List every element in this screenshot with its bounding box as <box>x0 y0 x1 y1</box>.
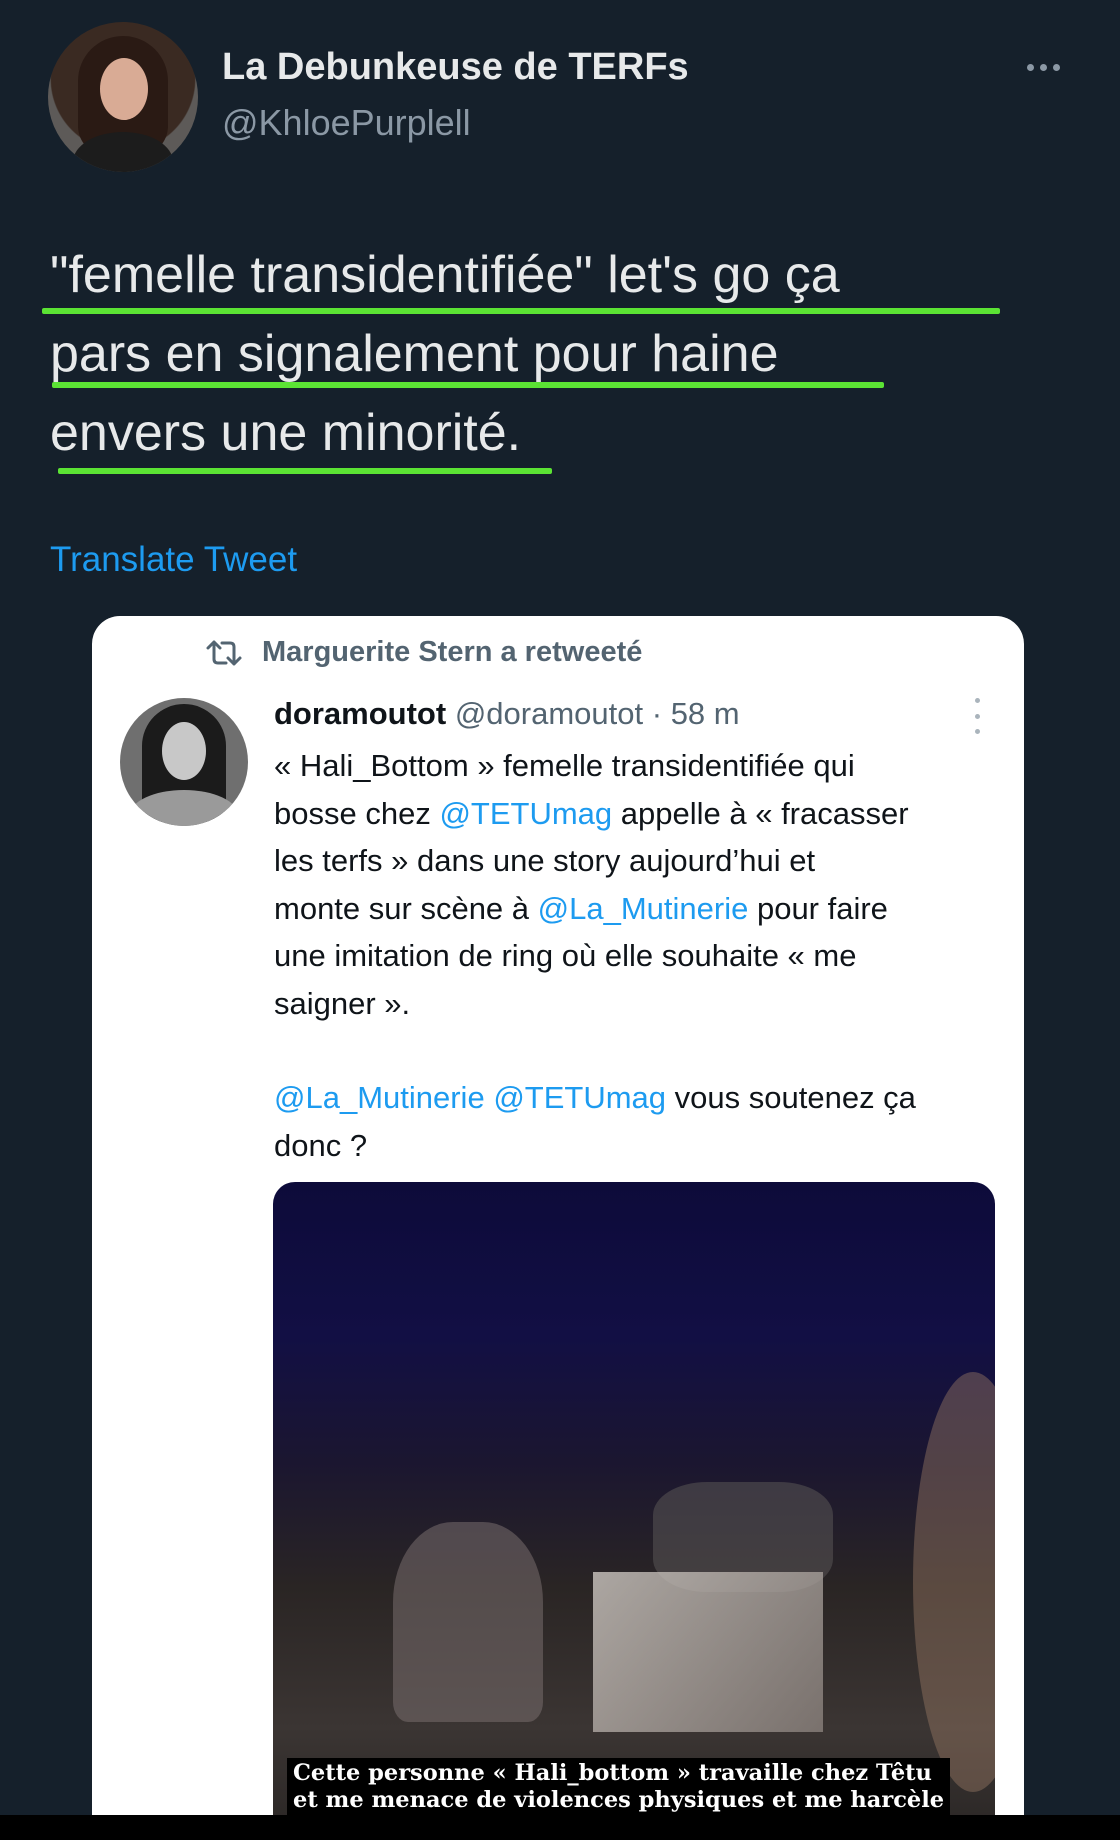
retweet-label: Marguerite Stern a retweeté <box>262 636 643 668</box>
quoted-separator: · <box>643 696 671 731</box>
quoted-author-handle: @doramoutot <box>454 696 644 731</box>
avatar-face <box>100 58 148 120</box>
quoted-line-8: donc ? <box>274 1127 368 1163</box>
quoted-tweet-header: doramoutot @doramoutot · 58 m <box>274 696 740 732</box>
tweet-text-line-1: "femelle transidentifiée" let's go ça <box>50 246 840 304</box>
author-handle[interactable]: @KhloePurplell <box>222 102 471 144</box>
video-caption: Cette personne « Hali_bottom » travaille… <box>287 1758 951 1815</box>
tweet-text: "femelle transidentifiée" let's go ça pa… <box>50 236 1010 473</box>
video-caption-line-1: Cette personne « Hali_bottom » travaille… <box>293 1760 932 1786</box>
quoted-tweet-text: « Hali_Bottom » femelle transidentifiée … <box>274 742 994 1169</box>
video-caption-line-2: et me menace de violences physiques et m… <box>293 1787 945 1813</box>
translate-tweet-link[interactable]: Translate Tweet <box>50 540 297 580</box>
text: monte sur scène à <box>274 890 538 926</box>
quoted-line-3: les terfs » dans une story aujourd’hui e… <box>274 843 816 878</box>
dot <box>1052 63 1060 71</box>
dot <box>974 698 980 703</box>
dot <box>1026 63 1034 71</box>
more-options-icon[interactable] <box>1018 52 1068 82</box>
dot <box>1039 63 1047 71</box>
media-figure <box>913 1372 995 1792</box>
retweet-icon <box>204 639 244 667</box>
quoted-video-media: Cette personne « Hali_bottom » travaille… <box>273 1182 995 1815</box>
mention-tetumag: @TETUmag <box>493 1080 667 1115</box>
tweet-text-line-3: envers une minorité. <box>50 404 522 462</box>
author-display-name[interactable]: La Debunkeuse de TERFs <box>222 46 689 89</box>
bottom-edge <box>0 1815 1120 1840</box>
author-avatar[interactable] <box>48 22 198 172</box>
highlight-underline-2 <box>52 382 884 388</box>
quoted-avatar-face <box>162 722 206 780</box>
mention-tetumag: @TETUmag <box>439 795 613 831</box>
retweet-context: Marguerite Stern a retweeté <box>204 636 642 669</box>
mention-la-mutinerie: @La_Mutinerie <box>274 1080 485 1115</box>
text: appelle à « fracasser <box>612 795 909 831</box>
quoted-more-icon <box>972 698 982 734</box>
quoted-line-1: « Hali_Bottom » femelle transidentifiée … <box>274 748 855 783</box>
quoted-tweet-screenshot: Marguerite Stern a retweeté doramoutot @… <box>92 616 1024 1815</box>
quoted-line-6: saigner ». <box>274 985 411 1021</box>
media-figure <box>393 1522 543 1722</box>
highlight-underline-3 <box>58 468 552 474</box>
quoted-author-avatar <box>120 698 248 826</box>
quoted-author-name: doramoutot <box>274 696 447 731</box>
highlight-underline-1 <box>42 308 1000 314</box>
quoted-line-4: monte sur scène à @La_Mutinerie pour fai… <box>274 885 994 933</box>
dot <box>974 713 980 719</box>
quoted-line-7: @La_Mutinerie @TETUmag vous soutenez ça <box>274 1074 994 1122</box>
quoted-line-5: une imitation de ring où elle souhaite «… <box>274 938 857 973</box>
quoted-time: 58 m <box>670 696 740 731</box>
dot <box>974 729 980 734</box>
mention-la-mutinerie: @La_Mutinerie <box>537 890 749 926</box>
text: bosse chez <box>274 795 440 831</box>
quoted-line-2: bosse chez @TETUmag appelle à « fracasse… <box>274 790 994 838</box>
text: vous soutenez ça <box>666 1080 916 1115</box>
media-stage-screen <box>593 1572 823 1732</box>
tweet-screen: La Debunkeuse de TERFs @KhloePurplell "f… <box>0 0 1120 1815</box>
text: pour faire <box>748 890 888 926</box>
